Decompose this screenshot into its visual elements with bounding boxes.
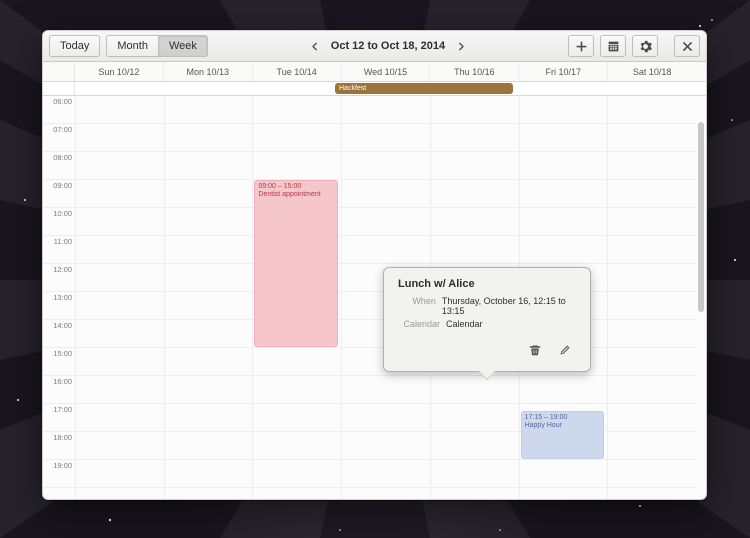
scrollbar[interactable] [698,97,704,496]
hour-label: 07:00 [43,124,75,152]
hour-label: 11:00 [43,236,75,264]
plus-icon [575,40,588,53]
hour-label: 14:00 [43,320,75,348]
day-header-row: Sun 10/12 Mon 10/13 Tue 10/14 Wed 10/15 … [43,62,706,82]
next-week-button[interactable] [453,35,469,57]
edit-event-button[interactable] [554,339,576,361]
day-col-tue[interactable]: 09:00 – 15:00 Dentist appointment [252,96,341,499]
hour-label: 17:00 [43,404,75,432]
calendar-window: Today Month Week Oct 12 to Oct 18, 2014 [42,30,707,500]
event-time: 09:00 – 15:00 [258,183,334,191]
week-label: Week [169,40,197,52]
week-grid[interactable]: 06:00 07:00 08:00 09:00 10:00 11:00 12:0… [43,96,706,499]
calendars-button[interactable] [600,35,626,57]
day-header[interactable]: Mon 10/13 [164,62,253,81]
trash-icon [529,344,541,356]
date-range-label: Oct 12 to Oct 18, 2014 [331,40,445,52]
hour-label: 06:00 [43,96,75,124]
allday-row: Hackfest [43,82,706,96]
today-button[interactable]: Today [49,35,100,57]
popover-cal-key: Calendar [398,319,440,329]
event-title: Dentist appointment [258,191,320,198]
prev-week-button[interactable] [307,35,323,57]
day-header[interactable]: Sat 10/18 [608,62,696,81]
popover-when-key: When [398,296,436,316]
hour-label: 15:00 [43,348,75,376]
event-popover: Lunch w/ Alice When Thursday, October 16… [383,267,591,372]
view-switcher: Month Week [106,35,208,57]
week-tab[interactable]: Week [158,35,208,57]
day-header[interactable]: Sun 10/12 [75,62,164,81]
delete-event-button[interactable] [524,339,546,361]
popover-title: Lunch w/ Alice [398,278,576,290]
settings-button[interactable] [632,35,658,57]
day-header[interactable]: Wed 10/15 [342,62,431,81]
event-happyhour[interactable]: 17:15 – 19:00 Happy Hour [521,411,605,459]
day-header[interactable]: Tue 10/14 [253,62,342,81]
popover-when-value: Thursday, October 16, 12:15 to 13:15 [442,296,576,316]
new-event-button[interactable] [568,35,594,57]
hour-label: 18:00 [43,432,75,460]
gear-icon [639,40,652,53]
hour-label: 16:00 [43,376,75,404]
close-window-button[interactable] [674,35,700,57]
chevron-right-icon [455,40,468,53]
time-column: 06:00 07:00 08:00 09:00 10:00 11:00 12:0… [43,96,75,499]
event-dentist[interactable]: 09:00 – 15:00 Dentist appointment [254,180,338,347]
hour-label: 12:00 [43,264,75,292]
headerbar: Today Month Week Oct 12 to Oct 18, 2014 [43,31,706,62]
day-col-mon[interactable] [164,96,253,499]
hour-label: 19:00 [43,460,75,488]
allday-event-hackfest[interactable]: Hackfest [335,83,513,94]
today-label: Today [60,40,89,52]
calendar-content: Sun 10/12 Mon 10/13 Tue 10/14 Wed 10/15 … [43,62,706,499]
scroll-thumb[interactable] [698,122,704,312]
day-col-sat[interactable] [607,96,696,499]
hour-label: 08:00 [43,152,75,180]
popover-cal-value: Calendar [446,319,483,329]
day-header[interactable]: Fri 10/17 [519,62,608,81]
month-tab[interactable]: Month [106,35,158,57]
close-icon [681,40,694,53]
day-col-sun[interactable] [75,96,164,499]
event-time: 17:15 – 19:00 [525,414,601,422]
pencil-icon [559,344,571,356]
calendar-grid-icon [607,40,620,53]
hour-label: 13:00 [43,292,75,320]
hour-label: 10:00 [43,208,75,236]
day-header[interactable]: Thu 10/16 [430,62,519,81]
allday-event-label: Hackfest [339,85,366,92]
event-title: Happy Hour [525,422,562,429]
month-label: Month [117,40,148,52]
hour-label: 09:00 [43,180,75,208]
date-navigator: Oct 12 to Oct 18, 2014 [307,35,469,57]
chevron-left-icon [308,40,321,53]
